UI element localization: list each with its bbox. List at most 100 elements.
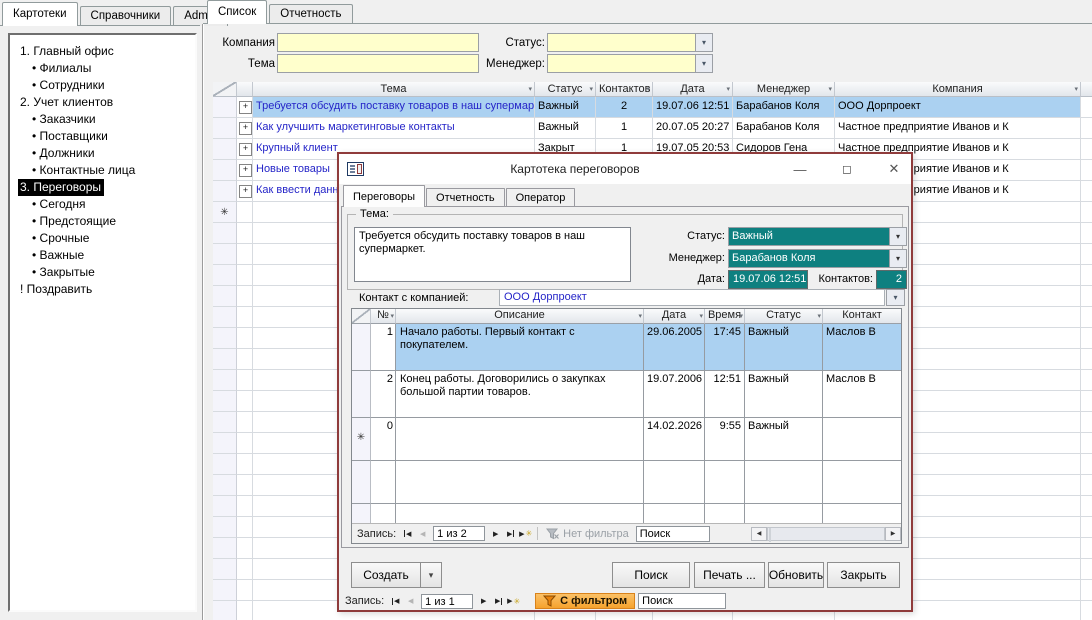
dialog-titlebar[interactable]: Картотека переговоров — ◻ ✕ (339, 154, 911, 184)
search-button[interactable]: Поиск (612, 562, 690, 588)
row-selector[interactable] (352, 324, 371, 371)
refresh-button[interactable]: Обновить (768, 562, 824, 588)
sidebar-item[interactable]: • Поставщики (14, 128, 193, 145)
cell-company[interactable]: ООО Дорпроект (835, 97, 1081, 118)
cell-status[interactable]: Важный (745, 418, 823, 461)
expand-plus-icon[interactable] (237, 139, 253, 160)
sidebar-item[interactable]: 3. Переговоры (14, 179, 193, 196)
sidebar-item[interactable]: 1. Главный офис (14, 43, 193, 60)
sidebar-item[interactable]: 2. Учет клиентов (14, 94, 193, 111)
row-selector[interactable] (352, 371, 371, 418)
sidebar-item[interactable]: • Закрытые (14, 264, 193, 281)
maximize-button[interactable]: ◻ (834, 158, 860, 180)
sort-dropdown-icon[interactable]: ▾ (646, 85, 650, 93)
cell-n[interactable]: 0 (371, 418, 396, 461)
chevron-down-icon[interactable]: ▾ (889, 228, 906, 245)
scroll-left-button[interactable]: ◀ (751, 526, 767, 541)
minimize-button[interactable]: — (787, 158, 813, 180)
cell-contact[interactable] (823, 418, 901, 461)
sort-dropdown-icon[interactable]: ▾ (589, 85, 593, 93)
sidebar-item[interactable]: • Важные (14, 247, 193, 264)
sidebar-item[interactable]: • Предстоящие (14, 213, 193, 230)
sidebar-item[interactable]: • Срочные (14, 230, 193, 247)
cell-date[interactable]: 19.07.2006 (644, 371, 705, 418)
new-record-button[interactable]: ▶ ✳ (518, 527, 533, 540)
next-record-button[interactable]: ▶ (476, 595, 491, 608)
cell-contacts[interactable]: 2 (596, 97, 653, 118)
sort-dropdown-icon[interactable]: ▾ (828, 85, 832, 93)
dialog-tab[interactable]: Переговоры (343, 185, 426, 207)
create-dropdown-button[interactable]: ▾ (420, 562, 442, 588)
prev-record-button[interactable]: ◀ (403, 595, 418, 608)
cell-time[interactable]: 12:51 (705, 371, 745, 418)
company-combo-value[interactable]: ООО Дорпроект (499, 289, 885, 306)
cell-n[interactable]: 2 (371, 371, 396, 418)
form-search-input[interactable] (638, 593, 727, 609)
cell-manager[interactable]: Барабанов Коля (733, 97, 835, 118)
cell-date[interactable]: 14.02.2026 (644, 418, 705, 461)
status-filter-combo[interactable]: ▾ (547, 33, 713, 52)
sort-dropdown-icon[interactable]: ▾ (817, 312, 821, 320)
cell-date[interactable]: 20.07.05 20:27 (653, 118, 733, 139)
sort-dropdown-icon[interactable]: ▾ (1074, 85, 1078, 93)
sidebar-item[interactable]: • Контактные лица (14, 162, 193, 179)
scroll-right-button[interactable]: ▶ (885, 526, 901, 541)
cell-status[interactable]: Важный (535, 118, 596, 139)
sidebar-item[interactable]: • Филиалы (14, 60, 193, 77)
row-selector[interactable] (352, 418, 371, 461)
cell-status[interactable]: Важный (745, 324, 823, 371)
chevron-down-icon[interactable]: ▾ (695, 55, 712, 72)
header-tema[interactable]: Тема ▾ (253, 82, 535, 97)
row-selector[interactable] (213, 181, 237, 202)
expand-plus-icon[interactable] (237, 118, 253, 139)
window-tab[interactable]: Картотеки (2, 2, 78, 26)
sidebar-item[interactable]: • Заказчики (14, 111, 193, 128)
record-position[interactable]: 1 из 2 (433, 526, 486, 541)
sort-dropdown-icon[interactable]: ▾ (739, 312, 743, 320)
header-status[interactable]: Статус ▾ (745, 309, 823, 324)
row-selector[interactable] (213, 160, 237, 181)
cell-contact[interactable]: Маслов В (823, 324, 901, 371)
chevron-down-icon[interactable]: ▾ (889, 250, 906, 267)
header-time[interactable]: Время ▾ (705, 309, 745, 324)
row-selector[interactable] (213, 202, 237, 223)
create-button[interactable]: Создать (351, 562, 421, 588)
sort-dropdown-icon[interactable]: ▾ (726, 85, 730, 93)
cell-desc[interactable]: Конец работы. Договорились о закупках бо… (396, 371, 644, 418)
last-record-button[interactable]: ▶ (503, 527, 518, 540)
sort-dropdown-icon[interactable]: ▾ (528, 85, 532, 93)
next-record-button[interactable]: ▶ (488, 527, 503, 540)
sidebar-item[interactable]: • Сегодня (14, 196, 193, 213)
sort-dropdown-icon[interactable]: ▾ (699, 312, 703, 320)
scroll-track[interactable] (767, 526, 885, 542)
row-selector[interactable] (213, 118, 237, 139)
prev-record-button[interactable]: ◀ (415, 527, 430, 540)
row-selector[interactable] (213, 139, 237, 160)
cell-time[interactable]: 17:45 (705, 324, 745, 371)
last-record-button[interactable]: ▶ (491, 595, 506, 608)
print-button[interactable]: Печать ... (694, 562, 765, 588)
header-status[interactable]: Статус ▾ (535, 82, 596, 97)
contacts-count-field[interactable]: 2 (876, 270, 907, 289)
cell-time[interactable]: 9:55 (705, 418, 745, 461)
chevron-down-icon[interactable]: ▾ (886, 289, 905, 306)
tema-textarea[interactable]: Требуется обсудить поставку товаров в на… (354, 227, 631, 282)
dialog-tab[interactable]: Отчетность (426, 188, 505, 207)
expand-plus-icon[interactable] (237, 181, 253, 202)
expand-plus-icon[interactable] (237, 97, 253, 118)
cell-tema[interactable]: Как улучшить маркетинговые контакты (253, 118, 535, 139)
cell-manager[interactable]: Барабанов Коля (733, 118, 835, 139)
expand-plus-icon[interactable] (237, 202, 253, 223)
header-n[interactable]: № ▾ (371, 309, 396, 324)
cell-date[interactable]: 19.07.06 12:51 (653, 97, 733, 118)
expand-plus-icon[interactable] (237, 160, 253, 181)
close-button[interactable]: ✕ (881, 158, 907, 180)
cell-date[interactable]: 29.06.2005 (644, 324, 705, 371)
header-date[interactable]: Дата ▾ (653, 82, 733, 97)
pane-tab[interactable]: Список (207, 0, 268, 24)
sort-dropdown-icon[interactable]: ▾ (638, 312, 642, 320)
cell-desc[interactable]: Начало работы. Первый контакт с покупате… (396, 324, 644, 371)
header-contacts[interactable]: Контактов ▾ (596, 82, 653, 97)
header-company[interactable]: Компания ▾ (835, 82, 1081, 97)
chevron-down-icon[interactable]: ▾ (695, 34, 712, 51)
